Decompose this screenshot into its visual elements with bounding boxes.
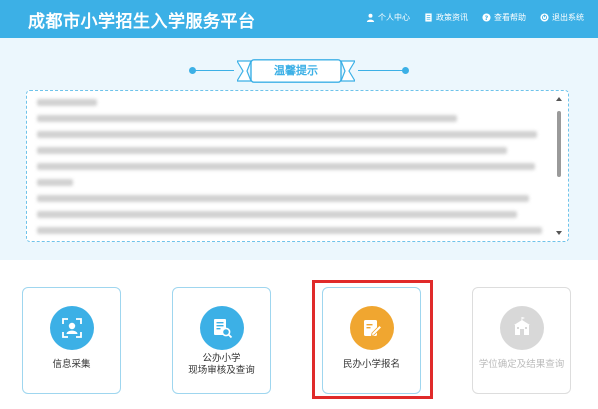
nav-personal-center-label: 个人中心: [378, 13, 410, 22]
info-collect-icon: [50, 306, 94, 350]
ribbon-line-right: [358, 70, 406, 71]
power-icon: [540, 13, 549, 22]
nav-help[interactable]: ? 查看帮助: [482, 12, 526, 23]
nav-personal-center[interactable]: 个人中心: [366, 12, 410, 23]
notice-blurred-text: [37, 99, 547, 235]
card-public-school-review-label-line1: 公办小学: [202, 353, 241, 364]
top-nav: 个人中心 政策资讯 ? 查看帮助 退出系统: [366, 12, 584, 23]
scroll-up-arrow-icon[interactable]: [556, 97, 562, 101]
nav-help-label: 查看帮助: [494, 13, 526, 22]
school-icon: [500, 306, 544, 350]
highlight-box: [312, 280, 433, 399]
nav-logout-label: 退出系统: [552, 13, 584, 22]
document-icon: [425, 13, 432, 22]
ribbon-line-left: [192, 70, 234, 71]
user-icon: [366, 13, 375, 22]
ribbon-dot-right: [402, 67, 409, 74]
blurred-line: [37, 179, 73, 186]
ribbon-dot-left: [189, 67, 196, 74]
document-search-icon: [200, 306, 244, 350]
blurred-line: [37, 227, 542, 234]
notice-title: 温馨提示: [274, 64, 318, 77]
help-icon: ?: [482, 13, 491, 22]
notice-scrollbar[interactable]: [554, 97, 564, 235]
card-degree-result-query-label: 学位确定及结果查询: [478, 359, 565, 370]
blurred-line: [37, 131, 537, 138]
card-info-collection-label: 信息采集: [52, 359, 91, 370]
card-public-school-review[interactable]: 公办小学 现场审核及查询: [172, 287, 271, 394]
blurred-line: [37, 147, 507, 154]
blurred-line: [37, 99, 97, 106]
card-info-collection[interactable]: 信息采集: [22, 287, 121, 394]
notice-content-box[interactable]: [26, 90, 569, 242]
nav-policy-news-label: 政策资讯: [436, 13, 468, 22]
app-title: 成都市小学招生入学服务平台: [28, 12, 256, 32]
notice-title-ribbon: 温馨提示: [0, 58, 598, 84]
nav-logout[interactable]: 退出系统: [540, 12, 584, 23]
nav-policy-news[interactable]: 政策资讯: [424, 12, 468, 23]
blurred-line: [37, 115, 457, 122]
top-header: 成都市小学招生入学服务平台 个人中心 政策资讯 ? 查看帮助 退出系统: [0, 0, 598, 38]
scroll-down-arrow-icon[interactable]: [556, 231, 562, 235]
blurred-line: [37, 163, 535, 170]
card-public-school-review-label-line2: 现场审核及查询: [188, 365, 255, 376]
svg-text:?: ?: [485, 15, 489, 22]
blurred-line: [37, 195, 529, 202]
notice-section: 温馨提示: [0, 38, 598, 260]
scroll-thumb[interactable]: [557, 111, 561, 177]
blurred-line: [37, 211, 517, 218]
card-degree-result-query: 学位确定及结果查询: [472, 287, 571, 394]
